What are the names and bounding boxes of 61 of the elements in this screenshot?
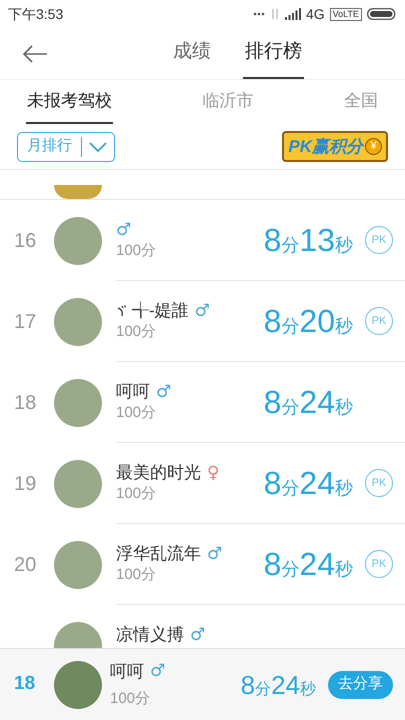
time-text: 8分24秒 <box>240 672 316 698</box>
time-text: 8分13秒 <box>264 224 353 256</box>
rank-number: 18 <box>14 390 38 416</box>
rank-number: 16 <box>14 228 38 254</box>
time-text: 8分20秒 <box>264 305 353 337</box>
status-time: 下午3:53 <box>8 4 64 24</box>
user-name: 呵呵 <box>110 660 144 682</box>
user-name: 凉情义搏 <box>116 625 184 645</box>
pk-button[interactable]: PK <box>365 307 393 335</box>
avatar-photo-placeholder <box>54 298 102 346</box>
score-text: 100分 <box>116 485 158 503</box>
score-text: 100分 <box>116 323 158 341</box>
pk-button[interactable]: PK <box>365 469 393 497</box>
user-name: 最美的时光 <box>116 463 201 483</box>
avatar-photo-placeholder <box>54 660 102 708</box>
promo-text: PK赢积分 <box>288 136 363 158</box>
volte-badge: VoLTE <box>330 8 362 20</box>
time-text: 8分24秒 <box>264 386 353 418</box>
gender-symbol: ♂ <box>156 382 172 402</box>
dots-icon <box>252 12 265 16</box>
score-text: 100分 <box>116 404 158 422</box>
scope-tab[interactable]: 全国 <box>343 80 379 124</box>
rank-number: 19 <box>14 472 38 496</box>
avatar-photo-placeholder <box>54 460 102 508</box>
scope-tab[interactable]: 未报考驾校 <box>26 80 113 124</box>
share-button[interactable]: 去分享 <box>328 670 393 698</box>
gender-symbol: ♂ <box>150 661 166 682</box>
pk-button[interactable]: PK <box>365 550 393 578</box>
back-arrow-icon[interactable] <box>23 45 47 63</box>
rank-number: 20 <box>14 552 38 578</box>
battery-icon <box>367 8 397 20</box>
pk-button[interactable]: PK <box>365 226 393 254</box>
user-name: 浮华乱流年 <box>116 544 201 564</box>
time-text: 8分24秒 <box>264 467 353 499</box>
gender-symbol: ♀ <box>207 463 220 483</box>
pk-promo-banner[interactable]: PK赢积分 ¥ <box>282 130 388 162</box>
rank-number: 17 <box>14 310 38 334</box>
avatar-photo-placeholder <box>54 540 102 588</box>
data-arrows-icon <box>270 8 280 20</box>
header-tab[interactable]: 排行榜 <box>243 28 304 79</box>
avatar-photo-placeholder <box>54 378 102 426</box>
score-text: 100分 <box>110 689 152 709</box>
gender-symbol: ♂ <box>194 301 210 321</box>
month-ranking-dropdown[interactable]: 月排行 <box>17 132 115 162</box>
chevron-down-icon <box>89 142 107 152</box>
signal-icon <box>284 8 301 20</box>
score-text: 100分 <box>116 242 156 260</box>
score-text: 100分 <box>116 566 158 584</box>
header-tab[interactable]: 成绩 <box>171 28 213 79</box>
avatar-photo-placeholder <box>54 216 102 264</box>
scope-tab[interactable]: 临沂市 <box>202 80 254 124</box>
network-label: 4G <box>306 4 325 24</box>
time-text: 8分24秒 <box>264 548 353 580</box>
my-rank-number: 18 <box>14 672 36 696</box>
coin-icon: ¥ <box>365 138 382 155</box>
gender-symbol: ♂ <box>190 625 206 645</box>
avatar-photo-placeholder <box>54 185 102 199</box>
gender-symbol: ♂ <box>207 544 222 564</box>
gender-symbol: ♂ <box>116 220 132 240</box>
user-name: 呵呵 <box>116 382 150 402</box>
user-name: ╅-媞誰 <box>132 301 189 321</box>
